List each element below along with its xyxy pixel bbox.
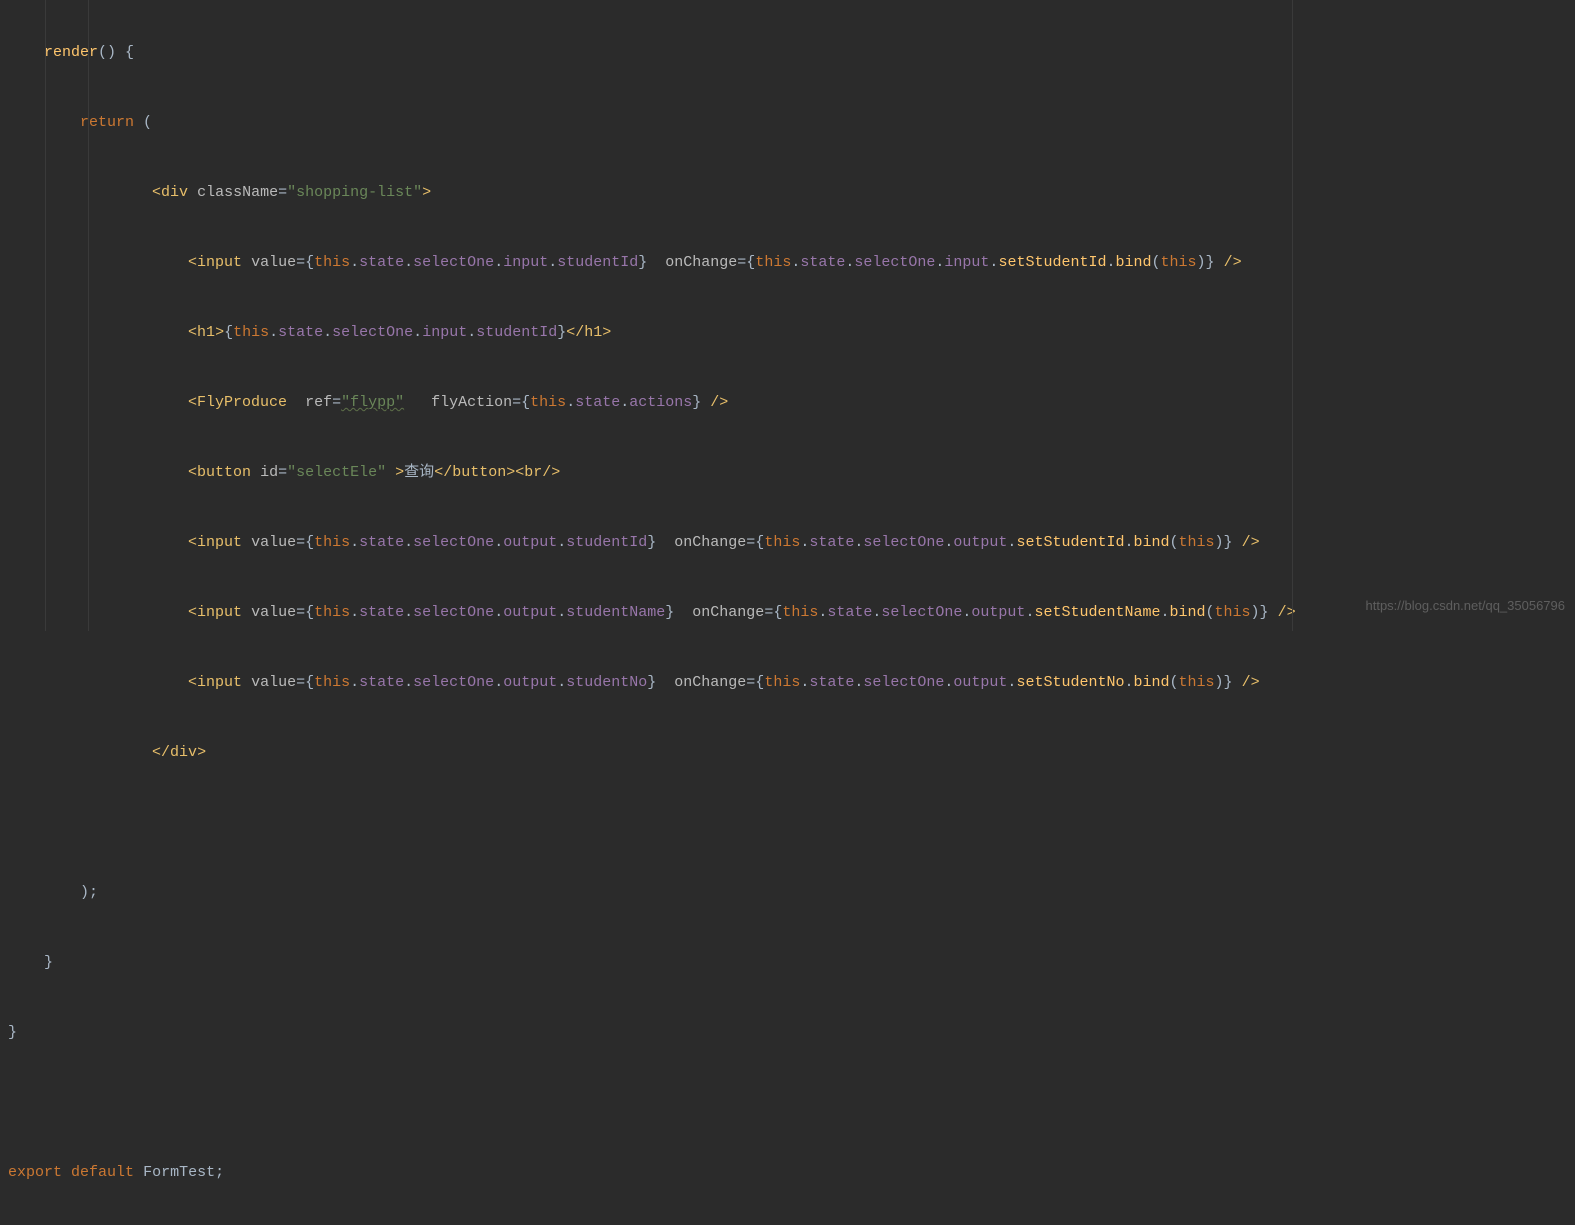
jsx-tag-flyproduce: FlyProduce (197, 394, 287, 411)
jsx-tag-br: br (524, 464, 542, 481)
code-line[interactable]: <button id="selectEle" >查询</button><br/> (0, 455, 1575, 490)
string-literal-ref: "flypp" (341, 394, 404, 411)
code-line[interactable] (0, 805, 1575, 840)
code-line[interactable] (0, 1085, 1575, 1120)
jsx-tag-input: input (197, 254, 242, 271)
code-editor[interactable]: render() { return ( <div className="shop… (0, 0, 1575, 1225)
string-literal: "shopping-list" (287, 184, 422, 201)
code-line[interactable]: render() { (0, 35, 1575, 70)
code-line[interactable]: } (0, 945, 1575, 980)
code-line[interactable]: <input value={this.state.selectOne.input… (0, 245, 1575, 280)
indent-guide (88, 0, 89, 631)
button-text: 查询 (404, 464, 434, 481)
code-line[interactable]: </div> (0, 735, 1575, 770)
keyword-export: export (8, 1164, 62, 1181)
code-line[interactable]: export default FormTest; (0, 1155, 1575, 1190)
string-literal: "selectEle" (287, 464, 386, 481)
code-line[interactable]: <div className="shopping-list"> (0, 175, 1575, 210)
code-line[interactable]: return ( (0, 105, 1575, 140)
code-line[interactable]: <input value={this.state.selectOne.outpu… (0, 665, 1575, 700)
right-margin-guide (1292, 0, 1293, 631)
code-line[interactable]: } (0, 1015, 1575, 1050)
code-line[interactable]: ); (0, 875, 1575, 910)
code-line[interactable]: <FlyProduce ref="flypp" flyAction={this.… (0, 385, 1575, 420)
identifier-formtest: FormTest (143, 1164, 215, 1181)
code-line[interactable]: <input value={this.state.selectOne.outpu… (0, 595, 1575, 630)
code-line[interactable]: <input value={this.state.selectOne.outpu… (0, 525, 1575, 560)
jsx-tag-button: button (197, 464, 251, 481)
watermark-text: https://blog.csdn.net/qq_35056796 (1366, 588, 1566, 623)
code-line[interactable]: <h1>{this.state.selectOne.input.studentI… (0, 315, 1575, 350)
keyword-default: default (71, 1164, 134, 1181)
jsx-tag-div: div (161, 184, 188, 201)
indent-guide (45, 0, 46, 631)
method-name: render (44, 44, 98, 61)
jsx-tag-h1: h1 (197, 324, 215, 341)
